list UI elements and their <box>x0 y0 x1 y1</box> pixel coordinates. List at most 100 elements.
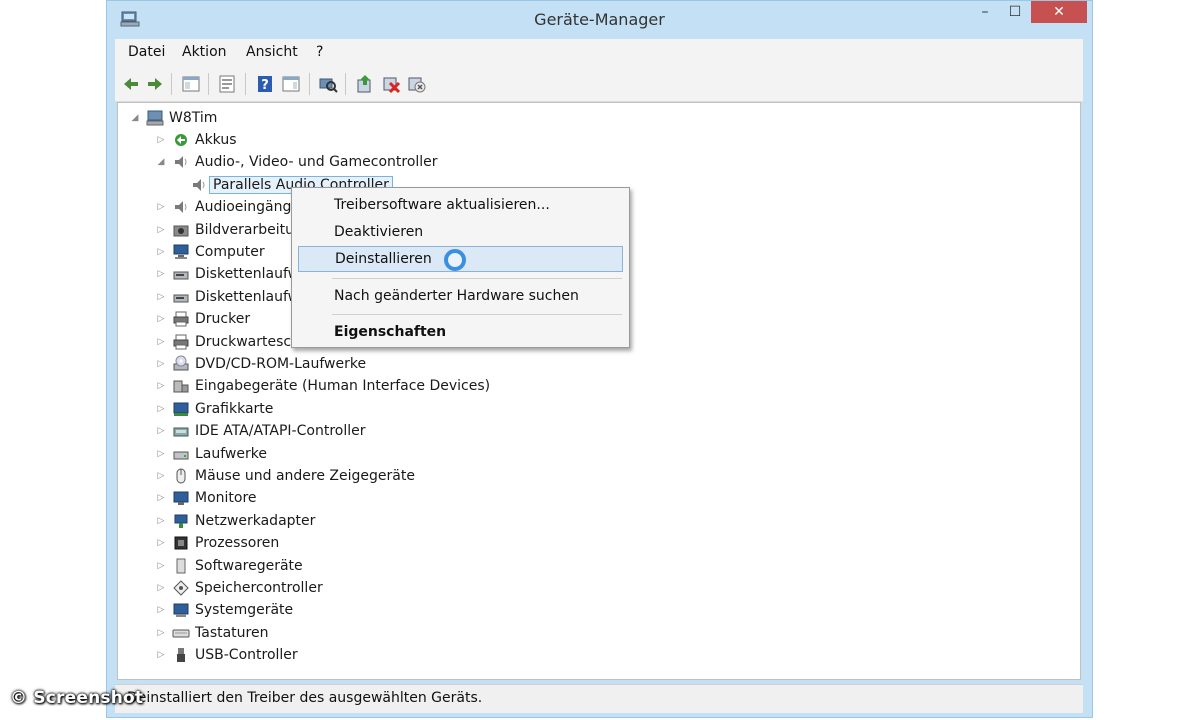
tree-item-label: Netzwerkadapter <box>195 512 316 529</box>
menu-help[interactable]: ? <box>316 44 323 60</box>
expand-arrow-icon[interactable]: ▷ <box>154 402 168 416</box>
title-bar[interactable]: Geräte-Manager – ☐ ✕ <box>107 1 1092 39</box>
expand-arrow-icon[interactable]: ▷ <box>154 357 168 371</box>
update-driver-icon[interactable] <box>355 74 375 94</box>
expand-arrow-icon[interactable]: ▷ <box>154 514 168 528</box>
expand-arrow-icon[interactable]: ▷ <box>154 469 168 483</box>
tree-root[interactable]: ◢ W8Tim <box>128 108 218 128</box>
tree-item-label: Speichercontroller <box>195 580 323 596</box>
tree-item-label: Bildverarbeitu <box>195 221 295 238</box>
menu-separator <box>332 278 622 279</box>
tree-category[interactable]: ◢ Audio-, Video- und Gamecontroller <box>154 152 438 172</box>
scan-hardware-icon[interactable] <box>318 74 338 94</box>
expand-arrow-icon[interactable]: ▷ <box>154 335 168 349</box>
tree-category[interactable]: ▷ Systemgeräte <box>154 600 294 620</box>
toolbar-separator <box>171 73 172 95</box>
expand-arrow-icon[interactable]: ▷ <box>154 559 168 573</box>
expand-arrow-icon[interactable]: ▷ <box>154 223 168 237</box>
forward-icon[interactable] <box>145 74 165 94</box>
disable-device-icon[interactable] <box>381 74 401 94</box>
expand-arrow-icon[interactable]: ▷ <box>154 581 168 595</box>
expand-arrow-icon[interactable]: ▷ <box>154 491 168 505</box>
show-hide-tree-icon[interactable] <box>181 74 201 94</box>
expand-arrow-icon[interactable]: ▷ <box>154 200 168 214</box>
expand-arrow-icon[interactable]: ▷ <box>154 133 168 147</box>
tree-category[interactable]: ▷ Softwaregeräte <box>154 556 303 576</box>
tree-category[interactable]: ▷ Diskettenlaufw <box>154 287 300 307</box>
tree-category[interactable]: ▷ Akkus <box>154 130 237 150</box>
tree-category[interactable]: ▷ Speichercontroller <box>154 578 323 598</box>
tree-category[interactable]: ▷ Drucker <box>154 309 251 329</box>
tree-category[interactable]: ▷ Druckwartesch <box>154 332 300 352</box>
tree-item-label: Diskettenlaufw <box>195 266 300 283</box>
menu-item-update-driver[interactable]: Treibersoftware aktualisieren... <box>298 192 623 218</box>
tree-category[interactable]: ▷ Tastaturen <box>154 623 269 643</box>
expand-arrow-icon[interactable]: ▷ <box>154 447 168 461</box>
tree-category[interactable]: ▷ Diskettenlaufw <box>154 264 300 284</box>
tree-category[interactable]: ▷ Monitore <box>154 488 257 508</box>
tree-category[interactable]: ▷ Bildverarbeitu <box>154 220 294 240</box>
menu-aktion[interactable]: Aktion <box>182 44 227 60</box>
usb-icon <box>172 646 190 664</box>
collapse-arrow-icon[interactable]: ◢ <box>154 155 168 169</box>
minimize-button[interactable]: – <box>971 1 999 23</box>
expand-arrow-icon[interactable]: ▷ <box>154 536 168 550</box>
tree-category[interactable]: ▷ Netzwerkadapter <box>154 511 316 531</box>
expand-arrow-icon[interactable]: ▷ <box>154 648 168 662</box>
tree-category[interactable]: ▷ Audioeingäng <box>154 197 292 217</box>
tree-category[interactable]: ▷ Prozessoren <box>154 533 280 553</box>
toolbar-separator <box>309 73 310 95</box>
display-adapter-icon <box>172 400 190 418</box>
tree-item-label: Computer <box>195 244 265 260</box>
svg-text:?: ? <box>261 78 269 93</box>
speaker-icon <box>172 153 190 171</box>
tree-item-label: IDE ATA/ATAPI-Controller <box>195 423 366 440</box>
tree-item-label: Diskettenlaufw <box>195 288 300 305</box>
menu-item-disable[interactable]: Deaktivieren <box>298 219 623 245</box>
tree-category[interactable]: ▷ Eingabegeräte (Human Interface Devices) <box>154 376 491 396</box>
menu-separator <box>332 314 622 315</box>
tree-category[interactable]: ▷ Grafikkarte <box>154 399 274 419</box>
maximize-button[interactable]: ☐ <box>1001 1 1029 23</box>
menu-ansicht[interactable]: Ansicht <box>246 44 298 60</box>
tree-category[interactable]: ▷ DVD/CD-ROM-Laufwerke <box>154 354 366 374</box>
close-button[interactable]: ✕ <box>1031 1 1087 23</box>
tree-category[interactable]: ▷ USB-Controller <box>154 645 298 665</box>
expand-arrow-icon[interactable]: ▷ <box>154 603 168 617</box>
expand-arrow-icon[interactable]: ▷ <box>154 245 168 259</box>
storage-controller-icon <box>172 579 190 597</box>
tree-item-label: USB-Controller <box>195 647 298 664</box>
tree-category[interactable]: ▷ Laufwerke <box>154 444 267 464</box>
tree-item-label: Eingabegeräte (Human Interface Devices) <box>195 378 491 395</box>
properties-icon[interactable] <box>217 74 237 94</box>
expand-arrow-icon[interactable]: ▷ <box>154 626 168 640</box>
dvd-drive-icon <box>172 355 190 373</box>
expand-arrow-icon[interactable]: ▷ <box>154 379 168 393</box>
tree-item-label: Monitore <box>195 490 257 507</box>
network-adapter-icon <box>172 512 190 530</box>
expand-arrow-icon[interactable]: ▷ <box>154 424 168 438</box>
uninstall-device-icon[interactable] <box>406 74 426 94</box>
status-text: Deinstalliert den Treiber des ausgewählt… <box>127 690 483 706</box>
speaker-icon <box>172 198 190 216</box>
action-pane-icon[interactable] <box>281 74 301 94</box>
back-icon[interactable] <box>121 74 141 94</box>
help-icon[interactable]: ? <box>255 74 275 94</box>
expand-arrow-icon[interactable]: ▷ <box>154 267 168 281</box>
speaker-icon <box>190 176 208 194</box>
collapse-arrow-icon[interactable]: ◢ <box>128 111 142 125</box>
expand-arrow-icon[interactable]: ▷ <box>154 312 168 326</box>
expand-arrow-icon[interactable]: ▷ <box>154 290 168 304</box>
ide-controller-icon <box>172 422 190 440</box>
printer-icon <box>172 310 190 328</box>
hid-icon <box>172 377 190 395</box>
close-icon: ✕ <box>1053 4 1065 20</box>
tree-category[interactable]: ▷ Mäuse und andere Zeigegeräte <box>154 466 415 486</box>
toolbar-separator <box>245 73 246 95</box>
menu-datei[interactable]: Datei <box>128 44 165 60</box>
menu-item-properties[interactable]: Eigenschaften <box>298 319 623 345</box>
tree-category[interactable]: ▷ Computer <box>154 242 265 262</box>
tree-category[interactable]: ▷ IDE ATA/ATAPI-Controller <box>154 421 366 441</box>
menu-item-scan-hardware[interactable]: Nach geänderter Hardware suchen <box>298 283 623 309</box>
printer-icon <box>172 333 190 351</box>
